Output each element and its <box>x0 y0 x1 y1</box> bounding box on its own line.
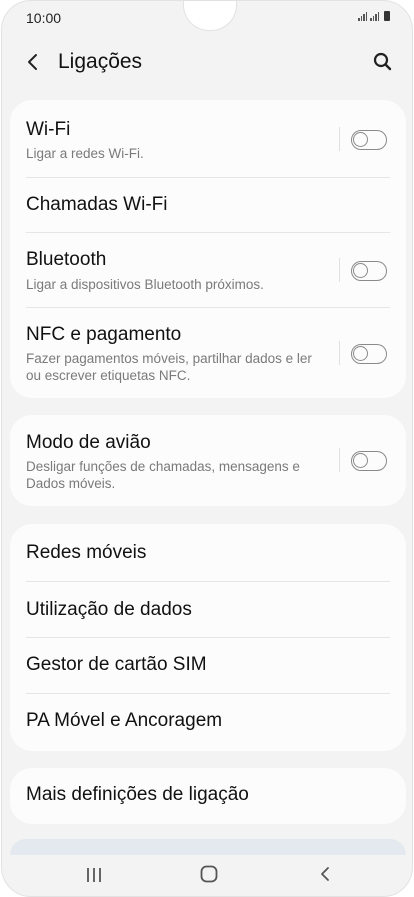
divider <box>339 448 340 472</box>
home-icon <box>200 865 218 883</box>
battery-icon <box>384 11 390 21</box>
airplane-card: Modo de avião Desligar funções de chamad… <box>10 415 406 506</box>
wifi-row[interactable]: Wi-Fi Ligar a redes Wi-Fi. <box>10 100 406 178</box>
mobile-networks-row[interactable]: Redes móveis <box>10 524 406 582</box>
more-settings-card: Mais definições de ligação <box>10 768 406 824</box>
wifi-calling-title: Chamadas Wi-Fi <box>26 194 168 215</box>
back-button[interactable] <box>20 49 46 75</box>
data-usage-row[interactable]: Utilização de dados <box>10 582 406 638</box>
network-card: Redes móveis Utilização de dados Gestor … <box>10 524 406 751</box>
recent-apps-icon <box>87 868 101 882</box>
toggle-knob <box>353 132 368 147</box>
data-usage-label: Utilização de dados <box>26 599 192 620</box>
bluetooth-toggle[interactable] <box>351 261 387 281</box>
toggle-knob <box>353 263 368 278</box>
signal-icon-2 <box>370 12 379 21</box>
chevron-left-icon <box>321 867 329 881</box>
nfc-toggle[interactable] <box>351 344 387 364</box>
bluetooth-subtitle: Ligar a dispositivos Bluetooth próximos. <box>26 277 264 292</box>
nfc-title: NFC e pagamento <box>26 324 182 345</box>
nfc-row[interactable]: NFC e pagamento Fazer pagamentos móveis,… <box>10 308 406 398</box>
search-icon <box>373 52 392 71</box>
bluetooth-title: Bluetooth <box>26 249 107 270</box>
hotspot-tethering-label: PA Móvel e Ancoragem <box>26 710 223 731</box>
bluetooth-row[interactable]: Bluetooth Ligar a dispositivos Bluetooth… <box>10 233 406 308</box>
status-icons <box>358 11 390 21</box>
wifi-calling-row[interactable]: Chamadas Wi-Fi <box>10 178 406 233</box>
divider <box>339 258 340 282</box>
chevron-left-icon <box>28 54 37 70</box>
more-connection-settings-label: Mais definições de ligação <box>26 784 249 805</box>
hotspot-tethering-row[interactable]: PA Móvel e Ancoragem <box>10 694 406 751</box>
toggle-knob <box>353 453 368 468</box>
airplane-mode-subtitle: Desligar funções de chamadas, mensagens … <box>26 459 300 491</box>
signal-icon <box>358 12 367 21</box>
divider <box>339 127 340 151</box>
connections-card: Wi-Fi Ligar a redes Wi-Fi. Chamadas Wi-F… <box>10 100 406 398</box>
sim-manager-row[interactable]: Gestor de cartão SIM <box>10 638 406 694</box>
nav-back-button[interactable] <box>316 865 334 888</box>
airplane-mode-row[interactable]: Modo de avião Desligar funções de chamad… <box>10 415 406 506</box>
airplane-mode-toggle[interactable] <box>351 451 387 471</box>
wifi-title: Wi-Fi <box>26 119 71 140</box>
sim-manager-label: Gestor de cartão SIM <box>26 654 207 675</box>
phone-screen: 10:00 Ligações Wi-Fi Ligar a redes Wi-Fi… <box>1 0 413 897</box>
nfc-subtitle: Fazer pagamentos móveis, partilhar dados… <box>26 351 312 383</box>
wifi-toggle[interactable] <box>351 130 387 150</box>
status-time: 10:00 <box>26 10 62 26</box>
app-header: Ligações <box>2 41 412 83</box>
more-connection-settings-row[interactable]: Mais definições de ligação <box>10 768 406 824</box>
recent-apps-button[interactable] <box>85 867 103 888</box>
airplane-mode-title: Modo de avião <box>26 432 151 453</box>
toggle-knob <box>353 346 368 361</box>
camera-notch <box>183 1 237 31</box>
wifi-subtitle: Ligar a redes Wi-Fi. <box>26 146 144 161</box>
divider <box>339 341 340 365</box>
mobile-networks-label: Redes móveis <box>26 542 147 563</box>
search-button[interactable] <box>370 49 396 75</box>
home-button[interactable] <box>200 865 218 888</box>
page-title: Ligações <box>58 50 143 73</box>
